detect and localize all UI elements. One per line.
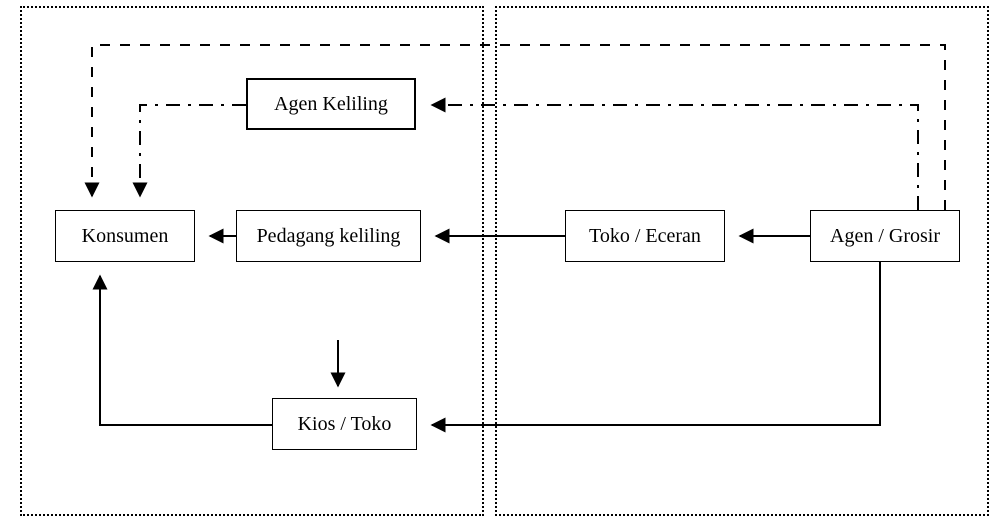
node-label: Kios / Toko bbox=[298, 413, 392, 436]
diagram-stage: Agen Keliling Konsumen Pedagang keliling… bbox=[0, 0, 1000, 525]
node-agen-grosir: Agen / Grosir bbox=[810, 210, 960, 262]
node-label: Agen Keliling bbox=[274, 93, 388, 116]
node-kios-toko: Kios / Toko bbox=[272, 398, 417, 450]
node-konsumen: Konsumen bbox=[55, 210, 195, 262]
node-agen-keliling: Agen Keliling bbox=[246, 78, 416, 130]
node-label: Pedagang keliling bbox=[257, 225, 401, 248]
node-label: Toko / Eceran bbox=[589, 225, 701, 248]
node-label: Konsumen bbox=[82, 225, 169, 248]
node-label: Agen / Grosir bbox=[830, 225, 940, 248]
node-pedagang-keliling: Pedagang keliling bbox=[236, 210, 421, 262]
node-toko-eceran: Toko / Eceran bbox=[565, 210, 725, 262]
